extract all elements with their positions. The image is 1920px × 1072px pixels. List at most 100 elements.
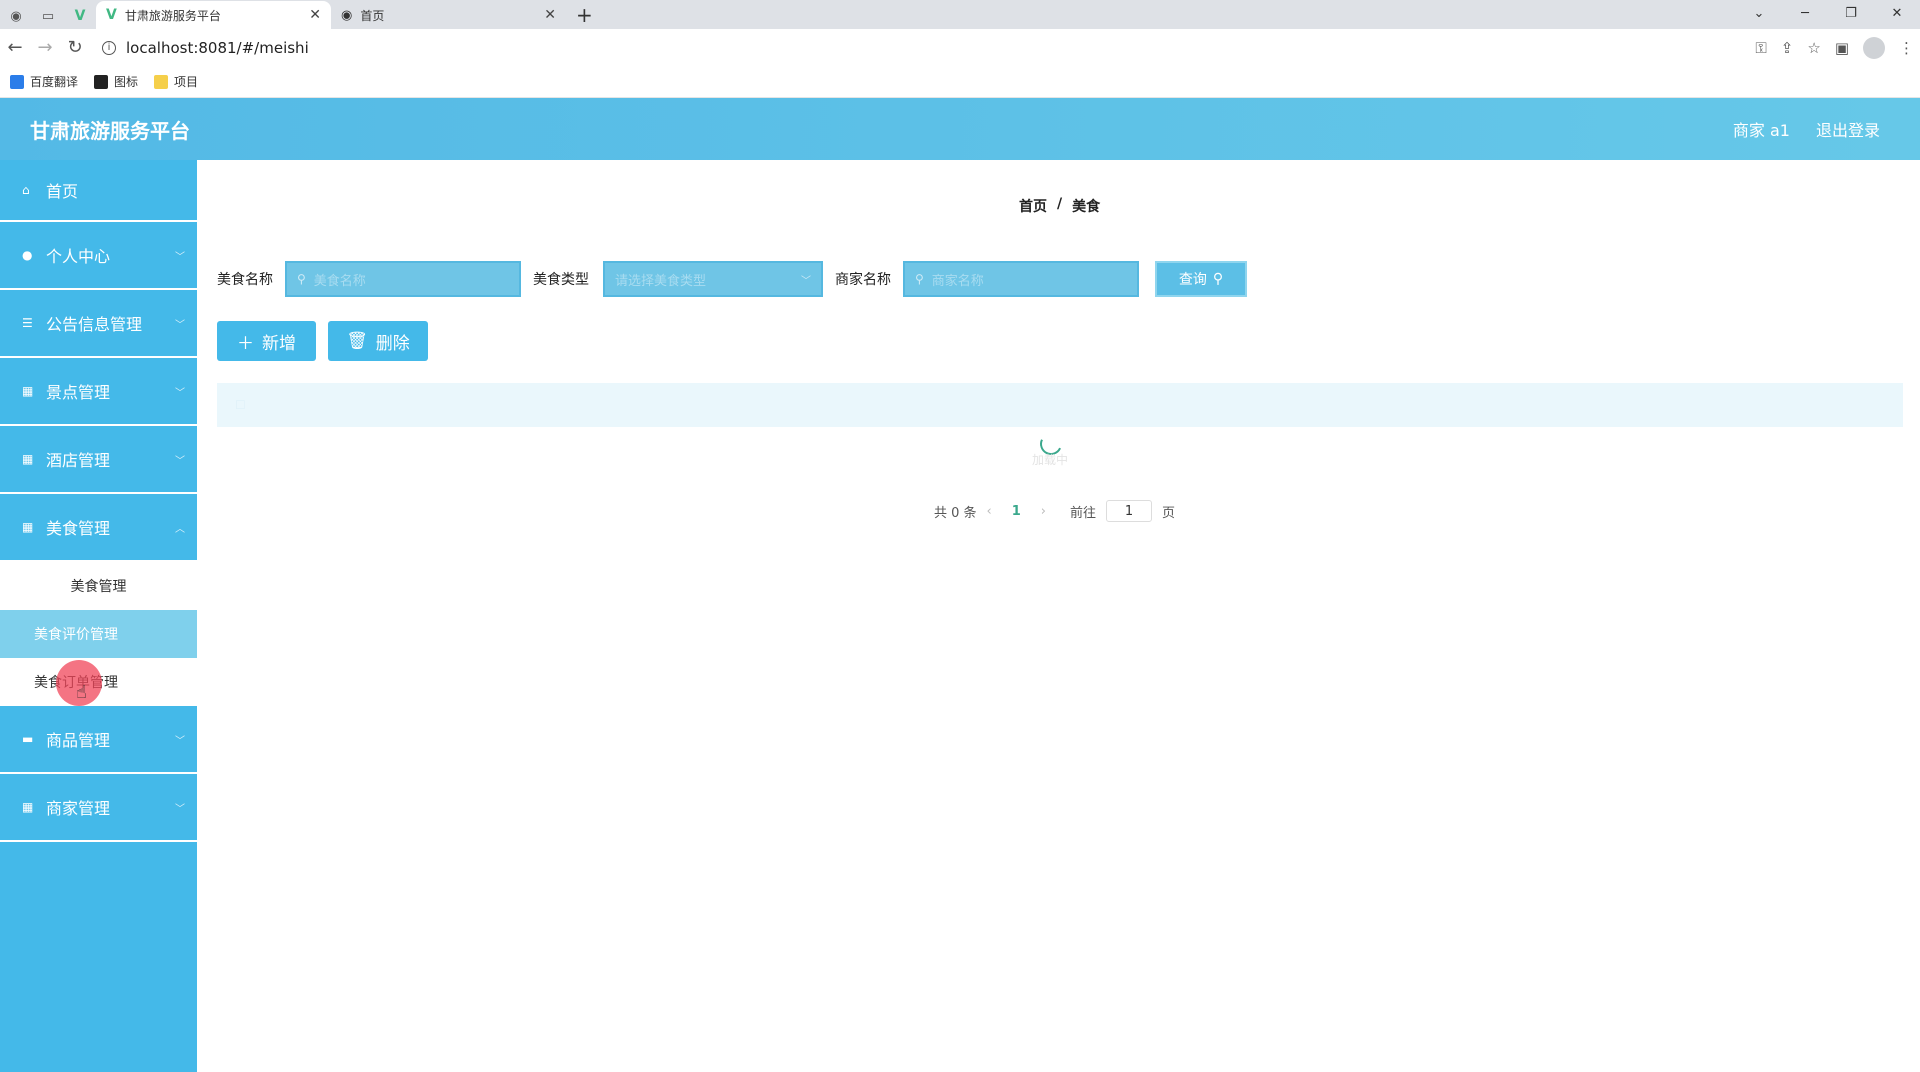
sidebar-item-profile[interactable]: ● 个人中心 ﹀ — [0, 222, 197, 290]
restore-icon[interactable]: ❐ — [1828, 0, 1874, 26]
sidebar-item-home[interactable]: ⌂ 首页 — [0, 160, 197, 222]
bookmark-item[interactable]: 百度翻译 — [10, 73, 78, 90]
star-icon[interactable]: ☆ — [1807, 39, 1820, 57]
forward-icon[interactable]: → — [30, 37, 60, 58]
menu-icon[interactable]: ⋮ — [1899, 39, 1914, 57]
current-user: 商家 a1 — [1732, 121, 1790, 140]
chevron-down-icon: ﹀ — [175, 251, 185, 263]
select-all-checkbox[interactable]: ☐ — [217, 398, 264, 412]
breadcrumb-separator: / — [1057, 196, 1063, 212]
app-title: 甘肃旅游服务平台 — [30, 118, 190, 143]
bookmarks-bar: 百度翻译 图标 项目 — [0, 66, 1920, 98]
search-icon: ⚲ — [297, 272, 306, 286]
goto-label: 前往 — [1070, 505, 1097, 521]
sidebar-item-scenic[interactable]: ▦ 景点管理 ﹀ — [0, 358, 197, 426]
vue-logo-icon[interactable]: V — [64, 3, 96, 29]
tab-search-icon[interactable]: ⌄ — [1736, 0, 1782, 26]
app-header: 甘肃旅游服务平台 商家 a1 退出登录 — [0, 98, 1920, 160]
plus-icon: ＋ — [237, 333, 254, 354]
home-icon: ⌂ — [22, 183, 30, 197]
minimize-icon[interactable]: ─ — [1782, 0, 1828, 26]
globe-icon: ◉ — [341, 7, 353, 23]
trash-icon: 🗑 — [346, 331, 368, 351]
shop-name-input[interactable]: ⚲ 商家名称 — [903, 261, 1139, 297]
profile-avatar[interactable] — [1863, 36, 1885, 59]
list-icon: ☰ — [22, 316, 33, 330]
chevron-up-icon: ︿ — [175, 523, 185, 535]
sidebar-item-notice[interactable]: ☰ 公告信息管理 ﹀ — [0, 290, 197, 358]
page-jump-input[interactable]: 1 — [1106, 500, 1153, 522]
delete-button[interactable]: 🗑 删除 — [328, 321, 428, 361]
key-icon[interactable]: ⚿ — [1755, 39, 1766, 57]
search-icon: ⚲ — [915, 272, 924, 286]
tab-title: 甘肃旅游服务平台 — [124, 8, 221, 23]
action-buttons: ＋ 新增 🗑 删除 — [217, 321, 428, 361]
logout-link[interactable]: 退出登录 — [1816, 117, 1880, 141]
chat-icon: ▬ — [22, 732, 34, 746]
globe-icon[interactable]: ◉ — [0, 3, 32, 29]
reload-icon[interactable]: ↻ — [60, 37, 90, 58]
url-text: localhost:8081/#/meishi — [126, 38, 309, 57]
address-bar: ← → ↻ i localhost:8081/#/meishi ⚿ ⇪ ☆ ▣ … — [0, 29, 1920, 66]
query-button[interactable]: 查询 ⚲ — [1155, 261, 1247, 297]
breadcrumb: 首页 / 美食 — [1019, 196, 1100, 216]
sidebar: ⌂ 首页 ● 个人中心 ﹀ ☰ 公告信息管理 ﹀ ▦ 景点管理 ﹀ ▦ 酒店管理… — [0, 160, 197, 1072]
sidebar-subitem-food-review[interactable]: 美食评价管理 — [0, 610, 197, 658]
search-filters: 美食名称 ⚲ 美食名称 美食类型 请选择美食类型 ﹀ 商家名称 ⚲ 商家名称 查… — [217, 261, 1247, 297]
breadcrumb-current: 美食 — [1072, 199, 1101, 215]
browser-tab-active[interactable]: V 甘肃旅游服务平台 ✕ — [96, 1, 331, 29]
add-button[interactable]: ＋ 新增 — [217, 321, 316, 361]
close-icon[interactable]: ✕ — [309, 7, 321, 23]
sidebar-item-merchant[interactable]: ▦ 商家管理 ﹀ — [0, 774, 197, 842]
prev-page-icon[interactable]: ‹ — [987, 504, 992, 519]
page-number[interactable]: 1 — [1002, 504, 1031, 519]
page-unit-label: 页 — [1162, 505, 1176, 521]
sidebar-item-goods[interactable]: ▬ 商品管理 ﹀ — [0, 706, 197, 774]
share-icon[interactable]: ⇪ — [1781, 39, 1794, 57]
pagination: 共 0 条 ‹ 1 › 前往 1 页 — [934, 500, 1175, 522]
translate-icon — [10, 74, 24, 89]
grid-icon: ▦ — [22, 384, 34, 398]
info-icon[interactable]: i — [102, 40, 116, 55]
chevron-down-icon: ﹀ — [801, 275, 811, 287]
blank-tab-icon[interactable]: ▭ — [32, 3, 64, 29]
sidepanel-icon[interactable]: ▣ — [1835, 39, 1849, 57]
image-icon — [94, 74, 109, 89]
food-name-input[interactable]: ⚲ 美食名称 — [285, 261, 521, 297]
table-header: ☐ — [217, 383, 1903, 427]
loading-text: 加载中 — [1032, 453, 1069, 467]
chevron-down-icon: ﹀ — [175, 803, 185, 815]
grid-icon: ▦ — [22, 452, 34, 466]
bookmark-item[interactable]: 图标 — [94, 73, 138, 90]
next-page-icon[interactable]: › — [1041, 504, 1046, 519]
close-icon[interactable]: ✕ — [544, 7, 556, 23]
sidebar-item-food[interactable]: ▦ 美食管理 ︿ — [0, 494, 197, 562]
browser-tab[interactable]: ◉ 首页 ✕ — [331, 1, 566, 29]
close-window-icon[interactable]: ✕ — [1874, 0, 1920, 26]
chevron-down-icon: ﹀ — [175, 387, 185, 399]
back-icon[interactable]: ← — [0, 37, 30, 58]
folder-icon — [154, 74, 169, 89]
food-type-select[interactable]: 请选择美食类型 ﹀ — [603, 261, 823, 297]
window-controls: ⌄ ─ ❐ ✕ — [1736, 0, 1920, 26]
chevron-down-icon: ﹀ — [175, 319, 185, 331]
grid-icon: ▦ — [22, 800, 34, 814]
new-tab-button[interactable]: + — [566, 1, 603, 29]
bookmark-item[interactable]: 项目 — [154, 73, 198, 90]
shop-name-label: 商家名称 — [835, 272, 891, 288]
address-bar-actions: ⚿ ⇪ ☆ ▣ ⋮ — [1755, 29, 1914, 66]
hand-cursor-icon: ☝ — [76, 682, 87, 703]
tab-title: 首页 — [360, 8, 385, 23]
browser-tabbar: ◉ ▭ V V 甘肃旅游服务平台 ✕ ◉ 首页 ✕ + ⌄ ─ ❐ ✕ — [0, 0, 1920, 29]
url-field[interactable]: i localhost:8081/#/meishi — [102, 39, 309, 57]
sidebar-subitem-food[interactable]: 美食管理 — [0, 562, 197, 610]
vue-logo-icon: V — [106, 7, 117, 23]
search-icon: ⚲ — [1212, 271, 1224, 287]
sidebar-item-hotel[interactable]: ▦ 酒店管理 ﹀ — [0, 426, 197, 494]
header-user-area: 商家 a1 退出登录 — [1733, 117, 1880, 141]
chevron-down-icon: ﹀ — [175, 735, 185, 747]
total-count: 共 0 条 — [934, 505, 977, 521]
breadcrumb-home[interactable]: 首页 — [1019, 196, 1047, 216]
chevron-down-icon: ﹀ — [175, 455, 185, 467]
grid-icon: ▦ — [22, 520, 34, 534]
